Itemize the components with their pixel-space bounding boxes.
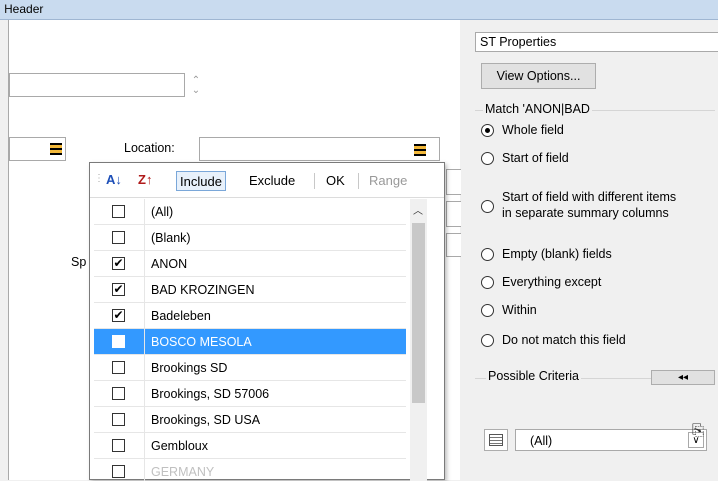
- list-item[interactable]: ✔ BOSCO MESOLA: [94, 329, 406, 355]
- sort-ascending-icon[interactable]: A↓: [106, 172, 122, 187]
- value-list: (All) (Blank) ✔ ANON ✔ BAD KROZINGEN ✔ Badelebe…: [94, 199, 406, 481]
- item-checkbox[interactable]: ✔: [112, 283, 125, 296]
- view-options-button[interactable]: View Options...: [481, 63, 596, 89]
- item-checkbox[interactable]: [112, 231, 125, 244]
- filter-popup: ⋮ A↓ Z↑ Include Exclude OK Range (All) (B…: [89, 162, 445, 481]
- row-divider: [144, 407, 145, 433]
- radio-label-start-of-field: Start of field: [502, 151, 569, 165]
- item-label: Brookings SD: [151, 361, 228, 375]
- item-label: Badeleben: [151, 309, 211, 323]
- sp-label: Sp: [71, 255, 87, 269]
- radio-whole-field[interactable]: [481, 124, 494, 137]
- right-field-3[interactable]: [446, 233, 461, 257]
- row-divider: [144, 199, 145, 225]
- list-item[interactable]: (Blank): [94, 225, 406, 251]
- toolbar-separator: [358, 173, 359, 189]
- database-icon: [414, 144, 426, 156]
- properties-pane: ST Properties View Options... Match 'ANO…: [470, 20, 718, 480]
- top-stepper[interactable]: ⌃ ⌄: [190, 76, 202, 96]
- criteria-list-icon[interactable]: [484, 429, 508, 451]
- filter-toolbar: ⋮ A↓ Z↑ Include Exclude OK Range: [90, 163, 444, 198]
- left-field[interactable]: [9, 137, 66, 161]
- row-divider: [144, 459, 145, 481]
- list-scrollbar[interactable]: ︿: [410, 199, 427, 481]
- list-item[interactable]: Brookings, SD USA: [94, 407, 406, 433]
- radio-label-start-separate-line2: in separate summary columns: [502, 206, 669, 220]
- row-divider: [144, 303, 145, 329]
- item-label: ANON: [151, 257, 188, 271]
- range-button[interactable]: Range: [366, 171, 410, 191]
- right-field-2[interactable]: [446, 201, 461, 227]
- criteria-select[interactable]: (All) ∨: [515, 429, 707, 451]
- radio-start-of-field[interactable]: [481, 152, 494, 165]
- item-checkbox[interactable]: ✔: [112, 335, 125, 348]
- scroll-up-icon[interactable]: ︿: [413, 202, 423, 217]
- list-item[interactable]: (All): [94, 199, 406, 225]
- item-checkbox[interactable]: ✔: [112, 309, 125, 322]
- row-divider: [144, 329, 145, 355]
- match-group-label: Match 'ANON|BAD: [483, 102, 592, 116]
- radio-do-not-match[interactable]: [481, 334, 494, 347]
- radio-everything-except[interactable]: [481, 276, 494, 289]
- ok-button[interactable]: OK: [323, 171, 348, 191]
- row-divider: [144, 277, 145, 303]
- item-label: GERMANY: [151, 465, 215, 479]
- header-bar: Header I: [0, 0, 718, 20]
- list-item[interactable]: ✔ Badeleben: [94, 303, 406, 329]
- row-divider: [144, 381, 145, 407]
- toolbar-separator: [314, 173, 315, 189]
- item-label: (Blank): [151, 231, 191, 245]
- right-field-1[interactable]: [446, 169, 461, 195]
- item-checkbox[interactable]: [112, 205, 125, 218]
- item-checkbox[interactable]: [112, 439, 125, 452]
- row-divider: [144, 355, 145, 381]
- criteria-select-value: (All): [530, 434, 553, 448]
- item-checkbox[interactable]: [112, 361, 125, 374]
- location-field[interactable]: [199, 137, 440, 161]
- radio-start-of-field-separate[interactable]: [481, 200, 494, 213]
- item-label: (All): [151, 205, 174, 219]
- list-item[interactable]: ✔ ANON: [94, 251, 406, 277]
- location-label: Location:: [124, 141, 175, 155]
- possible-criteria-label: Possible Criteria: [486, 369, 582, 383]
- radio-within[interactable]: [481, 304, 494, 317]
- list-item[interactable]: Brookings SD: [94, 355, 406, 381]
- radio-label-within: Within: [502, 303, 537, 317]
- list-item[interactable]: Gembloux: [94, 433, 406, 459]
- item-label: Brookings, SD 57006: [151, 387, 270, 401]
- exclude-button[interactable]: Exclude: [246, 171, 298, 191]
- row-divider: [144, 433, 145, 459]
- list-item[interactable]: GERMANY: [94, 459, 406, 481]
- radio-label-start-separate: Start of field with different items: [502, 190, 677, 204]
- properties-title: ST Properties: [475, 32, 718, 52]
- edit-criteria-icon[interactable]: ⎘: [692, 422, 718, 450]
- top-input-field[interactable]: [9, 73, 185, 97]
- list-item[interactable]: Brookings, SD 57006: [94, 381, 406, 407]
- include-button[interactable]: Include: [176, 171, 226, 191]
- item-checkbox[interactable]: ✔: [112, 257, 125, 270]
- row-divider: [144, 225, 145, 251]
- toolbar-grip: ⋮: [94, 173, 104, 184]
- item-checkbox[interactable]: [112, 387, 125, 400]
- header-right-mark: I: [4, 2, 8, 16]
- radio-label-whole-field: Whole field: [502, 123, 564, 137]
- radio-label-everything-except: Everything except: [502, 275, 602, 289]
- item-checkbox[interactable]: [112, 465, 125, 478]
- item-checkbox[interactable]: [112, 413, 125, 426]
- sort-descending-icon[interactable]: Z↑: [138, 172, 152, 187]
- radio-label-do-not-match: Do not match this field: [502, 333, 626, 347]
- item-label: BOSCO MESOLA: [151, 335, 252, 349]
- row-divider: [144, 251, 145, 277]
- item-label: Gembloux: [151, 439, 208, 453]
- item-label: BAD KROZINGEN: [151, 283, 255, 297]
- list-item[interactable]: ✔ BAD KROZINGEN: [94, 277, 406, 303]
- collapse-button[interactable]: ◂◂: [651, 370, 715, 385]
- database-icon: [50, 143, 62, 155]
- item-label: Brookings, SD USA: [151, 413, 261, 427]
- scroll-thumb[interactable]: [412, 223, 425, 403]
- radio-empty-fields[interactable]: [481, 248, 494, 261]
- radio-label-empty-fields: Empty (blank) fields: [502, 247, 612, 261]
